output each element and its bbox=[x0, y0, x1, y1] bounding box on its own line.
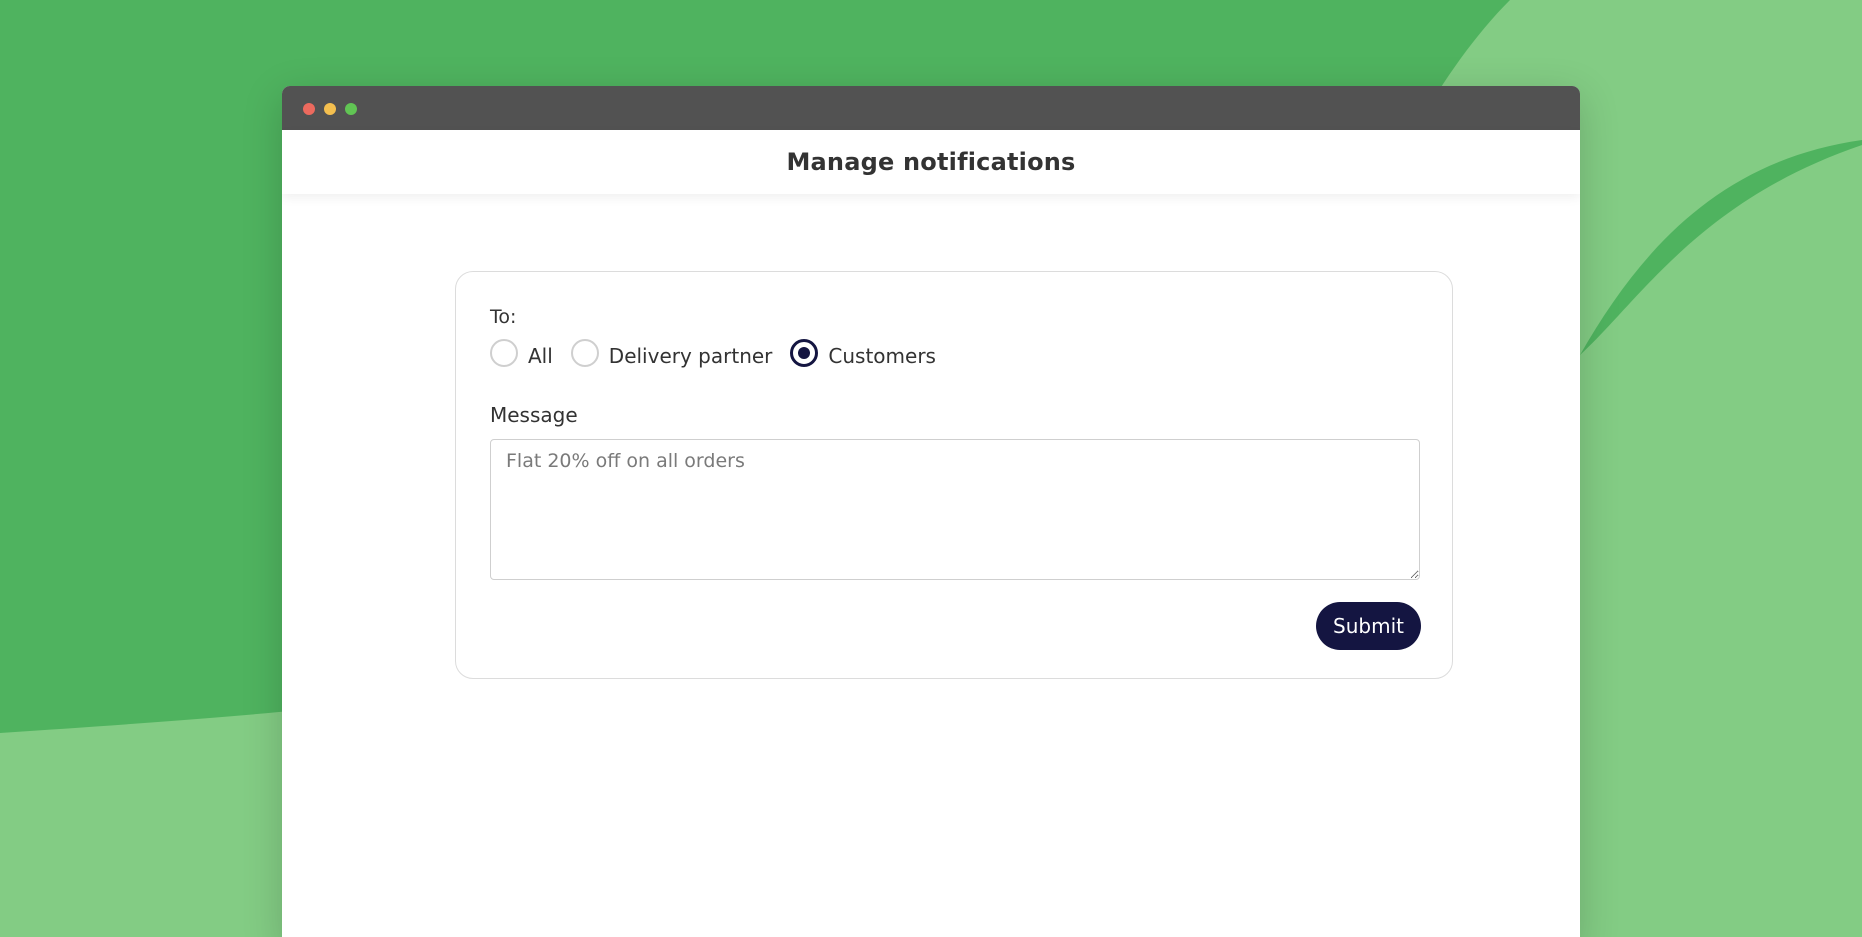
browser-window: Manage notifications To: All Delivery pa… bbox=[282, 86, 1580, 937]
message-label: Message bbox=[490, 403, 578, 427]
maximize-window-icon[interactable] bbox=[345, 103, 357, 115]
app-header: Manage notifications bbox=[282, 130, 1580, 194]
radio-option-all[interactable]: All bbox=[490, 339, 553, 370]
radio-label-delivery-partner: Delivery partner bbox=[608, 344, 773, 368]
notification-form-card: To: All Delivery partner Customers Messa… bbox=[455, 271, 1453, 679]
window-titlebar bbox=[282, 86, 1580, 130]
radio-option-customers[interactable]: Customers bbox=[790, 339, 936, 370]
radio-button-delivery-partner[interactable] bbox=[570, 339, 599, 367]
page-title: Manage notifications bbox=[786, 148, 1076, 176]
bg-wave-bottom-left bbox=[0, 710, 300, 937]
close-window-icon[interactable] bbox=[303, 103, 315, 115]
message-textarea[interactable] bbox=[490, 439, 1420, 580]
radio-button-all[interactable] bbox=[490, 339, 518, 367]
recipient-radio-group: All Delivery partner Customers bbox=[490, 339, 954, 370]
radio-label-all: All bbox=[528, 344, 553, 368]
desktop-background: Manage notifications To: All Delivery pa… bbox=[0, 0, 1862, 937]
radio-label-customers: Customers bbox=[828, 344, 936, 368]
radio-option-delivery-partner[interactable]: Delivery partner bbox=[570, 339, 773, 370]
radio-button-customers[interactable] bbox=[790, 339, 819, 367]
to-label: To: bbox=[490, 306, 517, 328]
minimize-window-icon[interactable] bbox=[324, 103, 336, 115]
submit-button[interactable]: Submit bbox=[1316, 602, 1421, 650]
